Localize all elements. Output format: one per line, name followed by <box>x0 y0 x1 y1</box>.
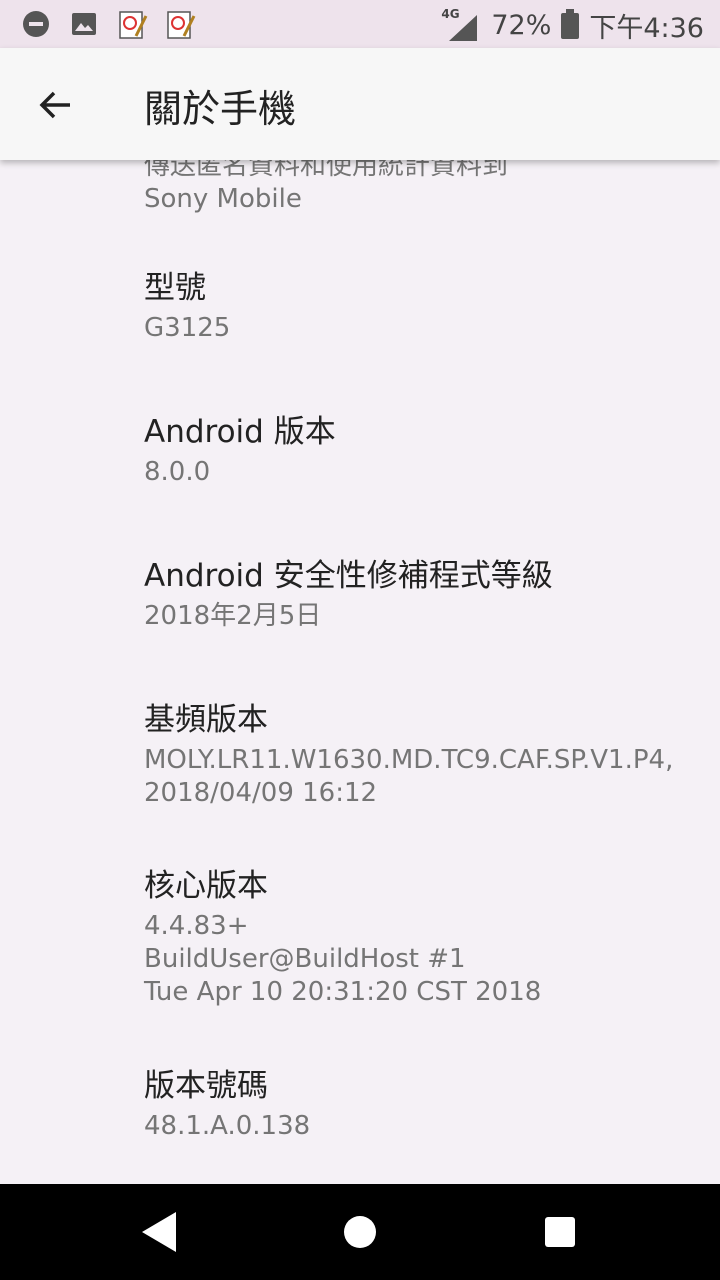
image-icon <box>70 10 98 38</box>
item-title: Android 安全性修補程式等級 <box>144 558 553 594</box>
app-bar: 關於手機 <box>0 48 720 160</box>
triangle-back-icon <box>142 1212 176 1252</box>
circle-home-icon <box>344 1216 376 1248</box>
battery-percent: 72% <box>491 10 552 41</box>
list-item-build-number[interactable]: 版本號碼 48.1.A.0.138 <box>144 1066 310 1143</box>
item-subtitle: 8.0.0 <box>144 457 211 487</box>
item-subtitle: MOLY.LR11.W1630.MD.TC9.CAF.SP.V1.P4, 201… <box>144 745 674 808</box>
clock: 下午4:36 <box>589 13 704 44</box>
navigation-bar <box>0 1184 720 1280</box>
arrow-back-icon <box>39 91 70 119</box>
status-bar: 4G 72% 下午4:36 <box>0 0 720 48</box>
list-item-android-version[interactable]: Android 版本 8.0.0 <box>144 412 336 489</box>
nav-home-button[interactable] <box>336 1208 384 1256</box>
app-notification-icon <box>166 10 196 39</box>
app-notification-icon <box>118 10 148 39</box>
item-title: 型號 <box>144 270 206 306</box>
item-title: 核心版本 <box>144 868 268 904</box>
system-status: 4G 72% 下午4:36 <box>441 6 704 45</box>
notification-icons <box>22 10 196 39</box>
signal-indicator: 4G <box>441 7 481 43</box>
list-item-baseband-version[interactable]: 基頻版本 MOLY.LR11.W1630.MD.TC9.CAF.SP.V1.P4… <box>144 700 673 810</box>
back-button[interactable] <box>26 76 84 134</box>
list-item-model[interactable]: 型號 G3125 <box>144 268 230 345</box>
nav-recents-button[interactable] <box>536 1208 584 1256</box>
list-item-diagnostics[interactable]: 傳送匿名資料和使用統計資料到 Sony Mobile <box>144 160 508 216</box>
item-title: 基頻版本 <box>144 702 268 738</box>
do-not-disturb-icon <box>22 10 50 38</box>
list-item-kernel-version[interactable]: 核心版本 4.4.83+ BuildUser@BuildHost #1 Tue … <box>144 866 541 1009</box>
item-title: 版本號碼 <box>144 1068 268 1104</box>
item-subtitle: 傳送匿名資料和使用統計資料到 Sony Mobile <box>144 160 509 214</box>
item-title: Android 版本 <box>144 414 336 450</box>
list-item-security-patch[interactable]: Android 安全性修補程式等級 2018年2月5日 <box>144 556 553 633</box>
battery-icon <box>561 8 580 43</box>
settings-list: 傳送匿名資料和使用統計資料到 Sony Mobile 型號 G3125 Andr… <box>0 160 720 1184</box>
nav-back-button[interactable] <box>136 1208 184 1256</box>
item-subtitle: G3125 <box>144 313 231 343</box>
signal-icon <box>449 14 478 41</box>
item-subtitle: 48.1.A.0.138 <box>144 1111 311 1141</box>
square-recents-icon <box>545 1217 575 1247</box>
item-subtitle: 2018年2月5日 <box>144 601 322 631</box>
page-title: 關於手機 <box>144 87 297 131</box>
item-subtitle: 4.4.83+ BuildUser@BuildHost #1 Tue Apr 1… <box>144 911 542 1007</box>
